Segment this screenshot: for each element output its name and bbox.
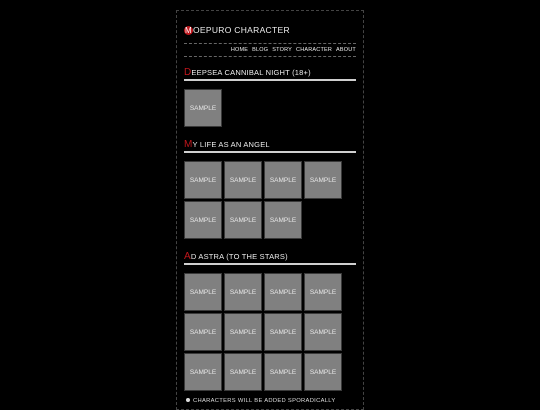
sample-thumbnail[interactable]: SAMPLE (184, 273, 222, 311)
section-deepsea: DEEPSEA CANNIBAL NIGHT (18+) SAMPLE (184, 67, 363, 127)
section-angel: MY LIFE AS AN ANGEL SAMPLE SAMPLE SAMPLE SA… (184, 139, 363, 239)
content-panel: MOEPURO CHARACTER HOME BLOG STORY CHARAC… (176, 10, 364, 410)
bullet-icon (186, 398, 190, 402)
sample-thumbnail[interactable]: SAMPLE (224, 353, 262, 391)
site-title-initial: M (184, 26, 193, 35)
sample-thumbnail[interactable]: SAMPLE (184, 353, 222, 391)
nav-home[interactable]: HOME (231, 47, 248, 53)
sample-thumbnail[interactable]: SAMPLE (264, 161, 302, 199)
nav-character[interactable]: CHARACTER (296, 47, 332, 53)
sample-thumbnail[interactable]: SAMPLE (304, 353, 342, 391)
section-title-text: Y LIFE AS AN ANGEL (192, 140, 270, 149)
sample-thumbnail[interactable]: SAMPLE (264, 313, 302, 351)
sample-thumbnail[interactable]: SAMPLE (224, 313, 262, 351)
section-title-ad-astra: AD ASTRA (TO THE STARS) (184, 251, 356, 265)
nav-about[interactable]: ABOUT (336, 47, 356, 53)
sample-thumbnail[interactable]: SAMPLE (184, 89, 222, 127)
sample-thumbnail[interactable]: SAMPLE (304, 161, 342, 199)
section-title-initial: M (184, 139, 193, 150)
sample-thumbnail[interactable]: SAMPLE (184, 313, 222, 351)
sample-thumbnail[interactable]: SAMPLE (224, 273, 262, 311)
sample-thumbnail[interactable]: SAMPLE (264, 201, 302, 239)
thumb-grid-angel: SAMPLE SAMPLE SAMPLE SAMPLE SAMPLE SAMPLE SAMP… (184, 161, 363, 239)
nav-story[interactable]: STORY (272, 47, 292, 53)
sample-thumbnail[interactable]: SAMPLE (224, 161, 262, 199)
footer-note-text: CHARACTERS WILL BE ADDED SPORADICALLY (193, 398, 336, 404)
site-title[interactable]: MOEPURO CHARACTER (184, 23, 363, 37)
sample-thumbnail[interactable]: SAMPLE (224, 201, 262, 239)
thumb-grid-deepsea: SAMPLE (184, 89, 363, 127)
nav-bar: HOME BLOG STORY CHARACTER ABOUT (184, 43, 356, 57)
footer-note: CHARACTERS WILL BE ADDED SPORADICALLY (186, 398, 336, 404)
sample-thumbnail[interactable]: SAMPLE (264, 273, 302, 311)
sample-thumbnail[interactable]: SAMPLE (184, 201, 222, 239)
sample-thumbnail[interactable]: SAMPLE (264, 353, 302, 391)
thumb-grid-ad-astra: SAMPLE SAMPLE SAMPLE SAMPLE SAMPLE SAMPLE SAMP… (184, 273, 363, 391)
section-title-text: D ASTRA (TO THE STARS) (190, 252, 288, 261)
site-title-text: OEPURO CHARACTER (193, 25, 290, 35)
section-title-angel: MY LIFE AS AN ANGEL (184, 139, 356, 153)
sample-thumbnail[interactable]: SAMPLE (304, 313, 342, 351)
section-title-initial: A (184, 251, 191, 262)
nav-blog[interactable]: BLOG (252, 47, 268, 53)
section-title-text: EEPSEA CANNIBAL NIGHT (18+) (191, 68, 311, 77)
sample-thumbnail[interactable]: SAMPLE (304, 273, 342, 311)
sample-thumbnail[interactable]: SAMPLE (184, 161, 222, 199)
section-ad-astra: AD ASTRA (TO THE STARS) SAMPLE SAMPLE SAMP… (184, 251, 363, 391)
section-title-deepsea: DEEPSEA CANNIBAL NIGHT (18+) (184, 67, 356, 81)
